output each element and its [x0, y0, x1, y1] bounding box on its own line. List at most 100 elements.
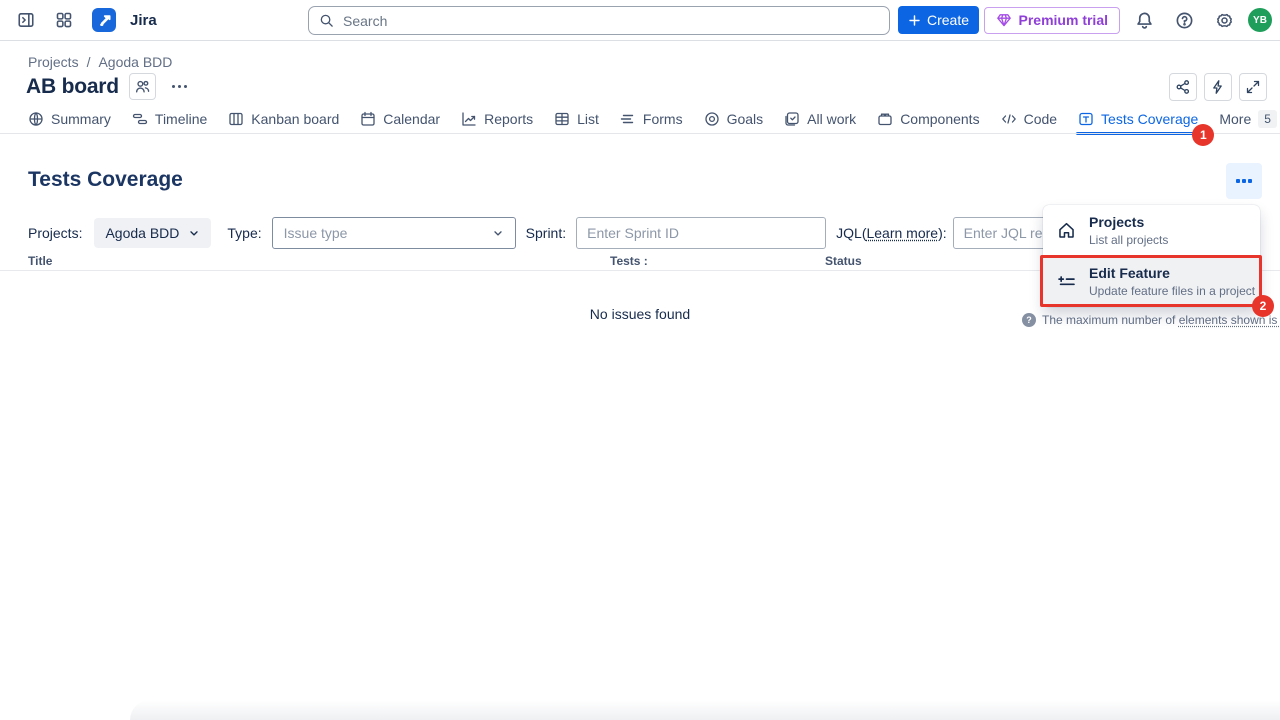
menu-item-projects[interactable]: Projects List all projects	[1043, 205, 1260, 256]
all-work-icon	[784, 111, 800, 127]
notifications-button[interactable]	[1128, 4, 1160, 36]
type-filter-label: Type:	[227, 225, 261, 241]
tab-timeline[interactable]: Timeline	[132, 104, 207, 134]
sprint-filter-label: Sprint:	[526, 225, 566, 241]
annotation-step-2-badge: 2	[1252, 295, 1274, 317]
automation-button[interactable]	[1204, 73, 1232, 101]
fullscreen-button[interactable]	[1239, 73, 1267, 101]
more-count-badge: 5	[1258, 110, 1277, 128]
expand-icon	[1245, 79, 1261, 95]
topbar-right-group: Premium trial YB	[984, 0, 1272, 40]
tab-summary[interactable]: Summary	[28, 104, 111, 134]
help-button[interactable]	[1168, 4, 1200, 36]
calendar-icon	[360, 111, 376, 127]
help-circle-icon: ?	[1022, 313, 1036, 327]
tab-reports[interactable]: Reports	[461, 104, 533, 134]
lightning-icon	[1210, 79, 1226, 95]
search-input[interactable]	[308, 6, 890, 35]
board-title: AB board	[26, 75, 119, 99]
tab-all-work[interactable]: All work	[784, 104, 856, 134]
premium-trial-button[interactable]: Premium trial	[984, 7, 1120, 34]
tab-calendar[interactable]: Calendar	[360, 104, 440, 134]
people-icon	[134, 78, 151, 95]
share-icon	[1175, 79, 1191, 95]
reports-icon	[461, 111, 477, 127]
globe-icon	[28, 111, 44, 127]
settings-button[interactable]	[1208, 4, 1240, 36]
list-grid-icon	[554, 111, 570, 127]
sprint-id-input[interactable]	[576, 217, 826, 249]
premium-diamond-icon	[996, 12, 1012, 28]
jira-app-window: Jira Create Premium trial	[0, 0, 1280, 720]
meatball-icon	[1236, 179, 1240, 183]
jql-learn-more-link[interactable]: Learn more	[866, 225, 938, 241]
board-title-row: AB board	[26, 73, 193, 100]
menu-item-subtitle: Update feature files in a project	[1089, 284, 1255, 298]
tests-coverage-icon	[1078, 111, 1094, 127]
page-title: Tests Coverage	[28, 168, 183, 192]
global-search	[308, 6, 890, 35]
issue-type-select[interactable]: Issue type	[272, 217, 516, 249]
plus-icon	[908, 14, 921, 27]
column-header-tests: Tests :	[610, 254, 648, 268]
create-button-label: Create	[927, 12, 969, 28]
top-navigation-bar: Jira Create Premium trial	[0, 0, 1280, 41]
board-more-actions-button[interactable]	[166, 79, 193, 94]
forms-icon	[620, 111, 636, 127]
annotation-step-1-badge: 1	[1192, 124, 1214, 146]
tab-forms[interactable]: Forms	[620, 104, 683, 134]
share-button[interactable]	[1169, 73, 1197, 101]
menu-item-subtitle: List all projects	[1089, 233, 1168, 247]
menu-item-edit-feature[interactable]: Edit Feature Update feature files in a p…	[1043, 256, 1260, 307]
tab-more[interactable]: More 5	[1219, 104, 1277, 134]
board-members-button[interactable]	[129, 73, 156, 100]
premium-trial-label: Premium trial	[1019, 12, 1108, 28]
code-icon	[1001, 111, 1017, 127]
app-switcher-button[interactable]	[48, 4, 80, 36]
tab-kanban-board[interactable]: Kanban board	[228, 104, 339, 134]
create-button[interactable]: Create	[898, 6, 979, 34]
menu-item-title: Projects	[1089, 214, 1168, 230]
bell-icon	[1135, 11, 1154, 30]
question-circle-icon	[1175, 11, 1194, 30]
tab-list[interactable]: List	[554, 104, 599, 134]
tab-goals[interactable]: Goals	[704, 104, 764, 134]
column-header-title: Title	[28, 254, 52, 268]
tab-code[interactable]: Code	[1001, 104, 1057, 134]
jql-filter-label: JQL(Learn more):	[836, 225, 947, 241]
sidebar-toggle-button[interactable]	[10, 4, 42, 36]
breadcrumb: Projects / Agoda BDD	[28, 54, 172, 70]
goals-target-icon	[704, 111, 720, 127]
user-avatar[interactable]: YB	[1248, 8, 1272, 32]
menu-item-title: Edit Feature	[1089, 265, 1255, 281]
ellipsis-icon	[172, 85, 175, 88]
breadcrumb-separator: /	[87, 54, 91, 70]
projects-filter-dropdown[interactable]: Agoda BDD	[94, 218, 211, 248]
breadcrumb-project-name-link[interactable]: Agoda BDD	[98, 54, 172, 70]
chevron-down-icon	[492, 227, 504, 239]
max-elements-footnote: ? The maximum number of elements shown i…	[1022, 313, 1280, 328]
playlist-edit-icon	[1043, 272, 1089, 291]
projects-filter-label: Projects:	[28, 225, 82, 241]
app-grid-icon	[55, 11, 73, 29]
jira-logo-icon[interactable]	[92, 8, 116, 32]
footnote-text: The maximum number of elements shown is …	[1042, 313, 1280, 328]
bottom-shadow	[130, 700, 1280, 720]
home-icon	[1043, 221, 1089, 240]
tab-components[interactable]: Components	[877, 104, 979, 134]
filters-bar: Projects: Agoda BDD Type: Issue type Spr…	[28, 217, 1178, 249]
app-name: Jira	[130, 12, 157, 29]
page-more-actions-button[interactable]	[1226, 163, 1262, 199]
tabs-divider	[0, 133, 1280, 134]
search-icon	[319, 13, 334, 28]
kanban-icon	[228, 111, 244, 127]
topbar-left-group: Jira	[10, 0, 157, 40]
breadcrumb-projects-link[interactable]: Projects	[28, 54, 79, 70]
board-tabs: Summary Timeline Kanban board Calendar R…	[28, 104, 1280, 134]
components-icon	[877, 111, 893, 127]
gear-icon	[1215, 11, 1234, 30]
timeline-icon	[132, 111, 148, 127]
tab-tests-coverage[interactable]: Tests Coverage 1	[1078, 104, 1198, 134]
page-actions-menu: Projects List all projects Edit Feature …	[1043, 205, 1260, 307]
chevron-down-icon	[188, 227, 200, 239]
